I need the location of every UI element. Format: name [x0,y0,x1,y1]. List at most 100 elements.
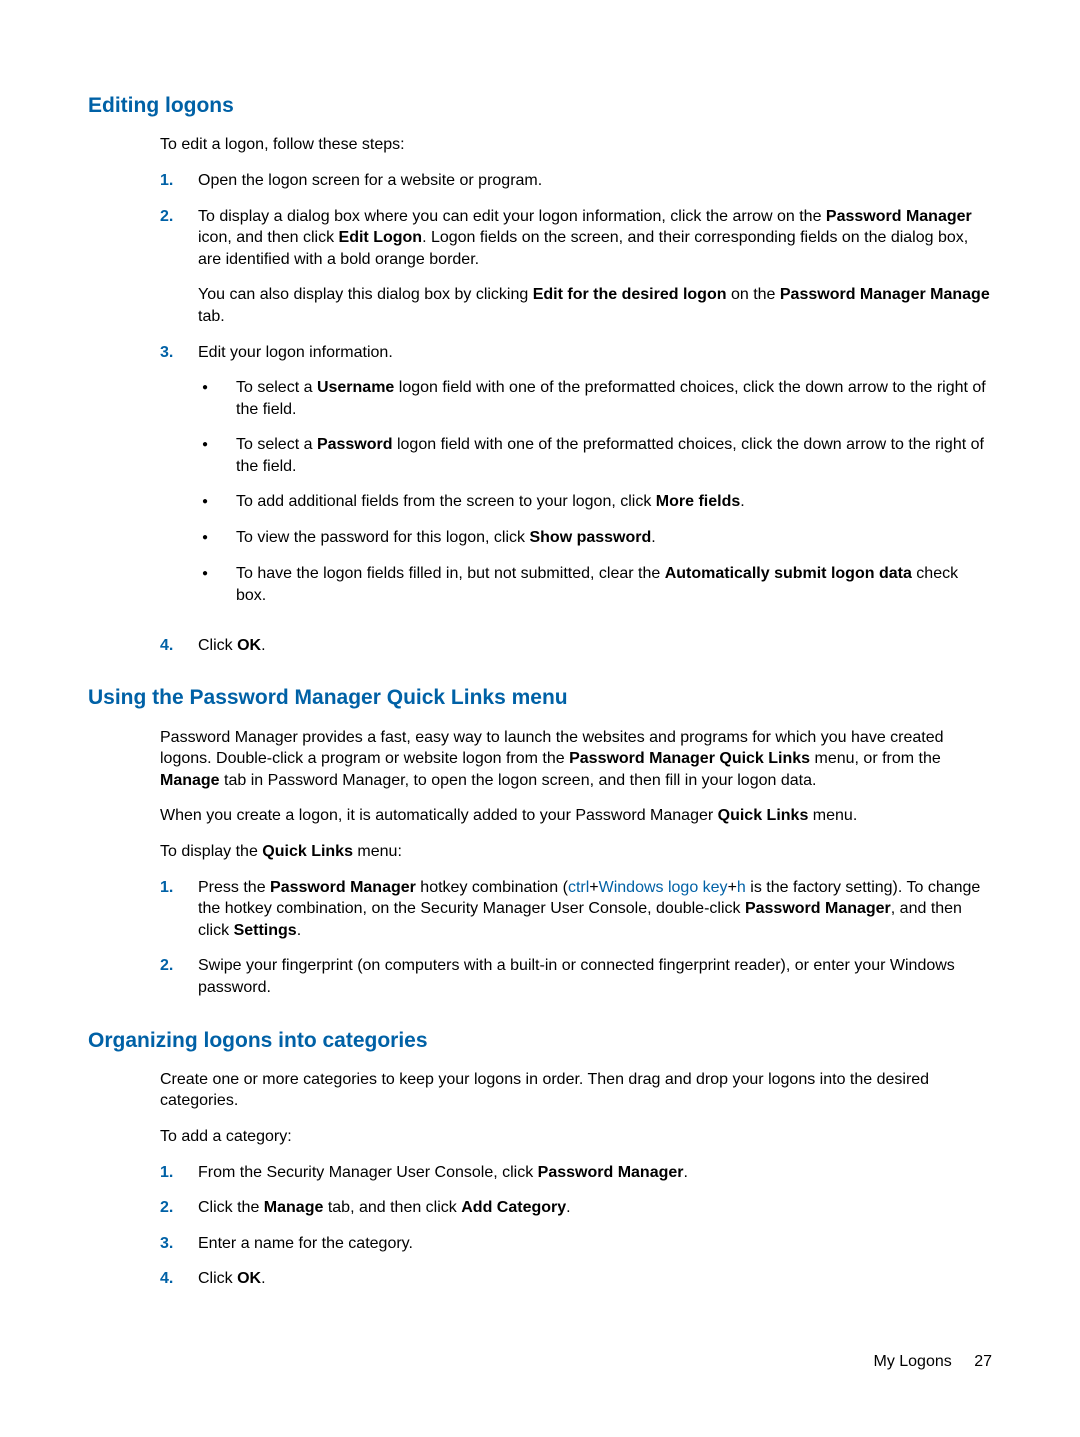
text-run: To add additional fields from the screen… [236,493,656,510]
heading-quick-links: Using the Password Manager Quick Links m… [88,684,992,712]
text-run: ctrl [568,879,589,896]
text-run: h [737,879,746,896]
text-run: Automatically submit logon data [665,565,912,582]
text-run: Quick Links [262,843,353,860]
text-run: Quick Links [718,807,809,824]
list-item-paragraph: Swipe your fingerprint (on computers wit… [198,955,992,998]
paragraph: Password Manager provides a fast, easy w… [160,727,992,792]
list-marker: 2. [160,955,198,977]
heading-organizing: Organizing logons into categories [88,1027,992,1055]
list-item-paragraph: Press the Password Manager hotkey combin… [198,877,992,942]
text-run: To add a category: [160,1128,292,1145]
page: Editing logons To edit a logon, follow t… [0,0,1080,1437]
text-run: Password Manager [538,1164,684,1181]
text-run: Click [198,637,237,654]
list-marker: 3. [160,1233,198,1255]
text-run: hotkey combination ( [416,879,568,896]
text-run: . [684,1164,688,1181]
list-marker: 3. [160,342,198,364]
bullet-item: ●To select a Username logon field with o… [198,377,992,420]
list-item-paragraph: Enter a name for the category. [198,1233,992,1255]
text-run: Edit for the desired logon [533,286,727,303]
text-run: menu: [353,843,402,860]
bullet-text: To select a Username logon field with on… [236,377,992,420]
text-run: tab, and then click [323,1199,461,1216]
list-marker: 1. [160,877,198,899]
list-item-content: Edit your logon information.●To select a… [198,342,992,621]
list-item-paragraph: Click OK. [198,635,992,657]
ordered-list: 1.Press the Password Manager hotkey comb… [160,877,992,999]
text-run: . [261,637,265,654]
text-run: + [728,879,737,896]
text-run: . [297,922,301,939]
bullet-item: ●To select a Password logon field with o… [198,434,992,477]
bullet-text: To view the password for this logon, cli… [236,527,992,549]
text-run: To select a [236,379,317,396]
list-item-content: Press the Password Manager hotkey combin… [198,877,992,942]
text-run: Settings [234,922,297,939]
text-run: Manage [160,772,220,789]
list-item-paragraph: To display a dialog box where you can ed… [198,206,992,271]
bullet-item: ●To have the logon fields filled in, but… [198,563,992,606]
paragraph-group: Password Manager provides a fast, easy w… [88,727,992,863]
list-item-content: From the Security Manager User Console, … [198,1162,992,1184]
text-run: To display the [160,843,262,860]
ordered-list: 1.Open the logon screen for a website or… [160,170,992,656]
list-item-paragraph: Edit your logon information. [198,342,992,364]
list-item: 3.Edit your logon information.●To select… [160,342,992,621]
list-item-paragraph: Click the Manage tab, and then click Add… [198,1197,992,1219]
list-marker: 1. [160,170,198,192]
page-footer: My Logons 27 [873,1351,992,1373]
list-marker: 4. [160,635,198,657]
bullet-text: To select a Password logon field with on… [236,434,992,477]
bullet-item: ●To view the password for this logon, cl… [198,527,992,549]
list-item: 1.Press the Password Manager hotkey comb… [160,877,992,942]
bullet-icon: ● [198,527,236,549]
list-item-paragraph: You can also display this dialog box by … [198,284,992,327]
text-run: . [261,1270,265,1287]
bullet-icon: ● [198,434,236,456]
text-run: Edit your logon information. [198,344,393,361]
bullet-icon: ● [198,491,236,513]
bullet-icon: ● [198,563,236,585]
text-run: Edit Logon [339,229,423,246]
text-run: Swipe your fingerprint (on computers wit… [198,957,955,996]
text-run: When you create a logon, it is automatic… [160,807,718,824]
list-item: 1.Open the logon screen for a website or… [160,170,992,192]
list-item-content: Enter a name for the category. [198,1233,992,1255]
list-item-content: Swipe your fingerprint (on computers wit… [198,955,992,998]
text-run: Password Manager [826,208,972,225]
intro-text: To edit a logon, follow these steps: [160,134,992,156]
list-item-content: Click the Manage tab, and then click Add… [198,1197,992,1219]
text-run: tab. [198,308,225,325]
text-run: Open the logon screen for a website or p… [198,172,542,189]
list-marker: 1. [160,1162,198,1184]
text-run: . [651,529,655,546]
list-item-content: Open the logon screen for a website or p… [198,170,992,192]
text-run: Click the [198,1199,264,1216]
text-run: To display a dialog box where you can ed… [198,208,826,225]
text-run: Username [317,379,394,396]
bullet-icon: ● [198,377,236,399]
paragraph: When you create a logon, it is automatic… [160,805,992,827]
text-run: To have the logon fields filled in, but … [236,565,665,582]
text-run: Password Manager Manage [780,286,990,303]
list-item: 3.Enter a name for the category. [160,1233,992,1255]
text-run: OK [237,637,261,654]
text-run: OK [237,1270,261,1287]
text-run: More fields [656,493,740,510]
footer-page-number: 27 [974,1353,992,1370]
list-item-content: Click OK. [198,1268,992,1290]
text-run: on the [727,286,780,303]
list-marker: 2. [160,1197,198,1219]
list-item: 4.Click OK. [160,1268,992,1290]
text-run: icon, and then click [198,229,339,246]
list-item: 2.Swipe your fingerprint (on computers w… [160,955,992,998]
paragraph: To add a category: [160,1126,992,1148]
list-marker: 4. [160,1268,198,1290]
bullet-text: To have the logon fields filled in, but … [236,563,992,606]
list-item-paragraph: From the Security Manager User Console, … [198,1162,992,1184]
paragraph-group: Create one or more categories to keep yo… [88,1069,992,1148]
text-run: From the Security Manager User Console, … [198,1164,538,1181]
list-item-paragraph: Click OK. [198,1268,992,1290]
